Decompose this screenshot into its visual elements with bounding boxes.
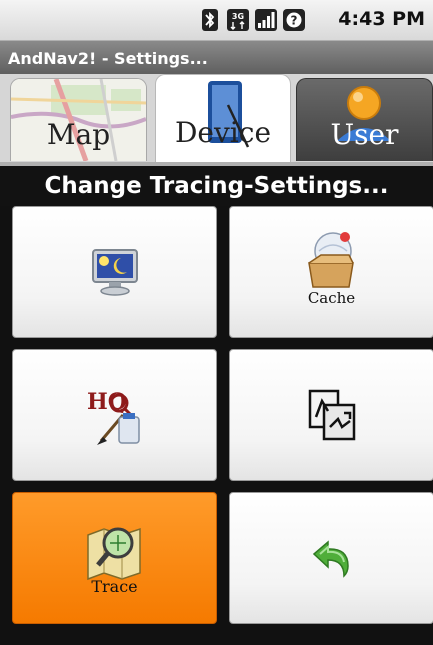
hq-brush-icon: HQ xyxy=(87,389,140,445)
window-title: AndNav2! - Settings... xyxy=(8,49,208,68)
tab-bar: Map Device User xyxy=(0,74,433,163)
page-arrows-icon xyxy=(308,389,355,441)
svg-text:?: ? xyxy=(291,14,298,28)
alert-icon: ? xyxy=(283,9,305,31)
trace-label: Trace xyxy=(91,577,138,596)
3g-data-icon: 3G xyxy=(227,9,249,31)
monitor-moon-icon xyxy=(91,249,138,296)
back-arrow-icon xyxy=(312,540,349,578)
section-heading: Change Tracing-Settings... xyxy=(44,173,389,199)
trace-settings-button[interactable]: Trace xyxy=(12,492,217,624)
tab-map-label: Map xyxy=(46,118,111,151)
status-icons: 3G ? xyxy=(199,9,305,31)
tab-device[interactable]: Device xyxy=(155,74,291,163)
tab-user-label: User xyxy=(330,118,399,151)
format-settings-button[interactable] xyxy=(229,349,433,481)
tab-device-label: Device xyxy=(174,116,272,149)
3g-text: 3G xyxy=(232,12,244,21)
settings-grid: Cache HQ Trace xyxy=(0,206,433,645)
tab-map[interactable]: Map xyxy=(10,78,147,161)
signal-icon xyxy=(255,9,277,31)
tab-user[interactable]: User xyxy=(296,78,433,161)
status-bar: 3G ? 4:43 PM xyxy=(0,0,433,41)
cache-label: Cache xyxy=(307,289,356,307)
back-button[interactable] xyxy=(229,492,433,624)
title-bar: AndNav2! - Settings... xyxy=(0,40,433,75)
display-settings-button[interactable] xyxy=(12,206,217,338)
section-heading-bar: Change Tracing-Settings... xyxy=(0,166,433,206)
bluetooth-icon xyxy=(199,9,221,31)
cache-settings-button[interactable]: Cache xyxy=(229,206,433,338)
clock: 4:43 PM xyxy=(338,8,425,30)
hq-quality-button[interactable]: HQ xyxy=(12,349,217,481)
